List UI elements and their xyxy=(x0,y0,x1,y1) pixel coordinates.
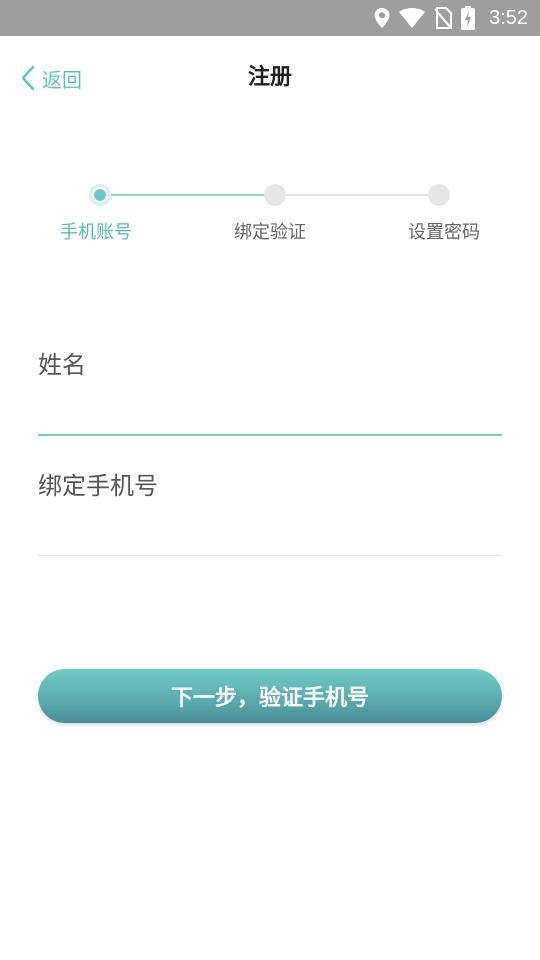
location-icon xyxy=(374,8,390,28)
name-underline xyxy=(38,434,502,436)
step-dot-bind-verify xyxy=(264,184,286,206)
wifi-icon xyxy=(399,8,426,28)
phone-underline xyxy=(38,555,502,556)
phone-input[interactable] xyxy=(38,511,502,555)
step-label-set-password: 设置密码 xyxy=(408,222,480,243)
phone-label: 绑定手机号 xyxy=(38,472,158,500)
step-connector-1 xyxy=(110,194,266,196)
step-dot-phone-account xyxy=(89,184,111,206)
step-label-bind-verify: 绑定验证 xyxy=(234,222,306,243)
next-step-button[interactable]: 下一步，验证手机号 xyxy=(38,669,502,723)
nav-bar: 返回 注册 xyxy=(0,36,540,120)
step-connector-2 xyxy=(284,194,430,196)
no-sim-icon xyxy=(434,7,453,29)
page-title: 注册 xyxy=(247,65,292,90)
status-bar: 3:52 xyxy=(0,0,540,36)
step-label-phone-account: 手机账号 xyxy=(60,222,132,243)
registration-stepper: 手机账号 绑定验证 设置密码 xyxy=(0,180,540,250)
name-input[interactable] xyxy=(38,390,502,434)
name-label: 姓名 xyxy=(38,351,86,379)
step-dot-set-password xyxy=(428,184,450,206)
battery-charging-icon xyxy=(461,6,476,30)
name-field: 姓名 xyxy=(38,350,502,436)
phone-field: 绑定手机号 xyxy=(38,471,502,556)
status-time: 3:52 xyxy=(489,6,528,29)
